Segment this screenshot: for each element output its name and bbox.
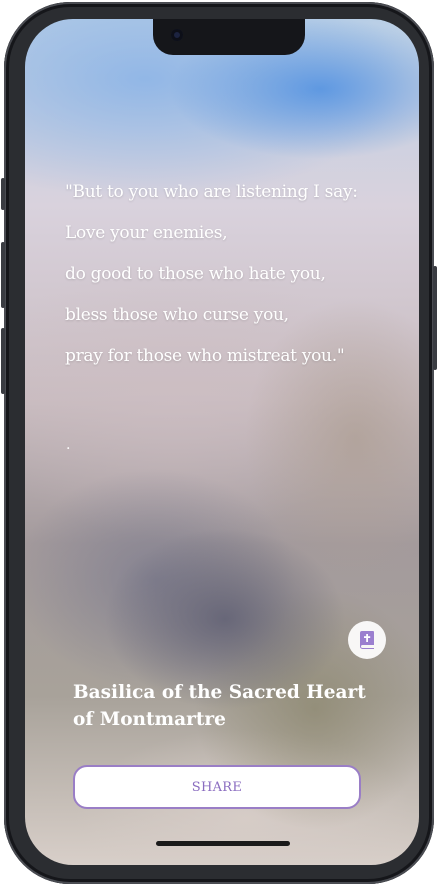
verse-line: do good to those who hate you, xyxy=(65,264,326,284)
verse-line: bless those who curse you, xyxy=(65,305,289,325)
home-indicator[interactable] xyxy=(156,841,290,846)
notch xyxy=(153,19,305,55)
app-screen: "But to you who are listening I say: Lov… xyxy=(25,19,419,865)
phone-frame: "But to you who are listening I say: Lov… xyxy=(1,2,437,884)
bible-icon xyxy=(360,631,374,649)
place-title: Basilica of the Sacred Heart of Montmart… xyxy=(73,682,366,730)
share-button[interactable]: SHARE xyxy=(73,765,361,809)
verse-line: Love your enemies, xyxy=(65,223,228,243)
verse-text: "But to you who are listening I say: Lov… xyxy=(65,174,395,379)
front-camera xyxy=(171,29,183,41)
power-button xyxy=(433,266,437,370)
volume-up-button xyxy=(1,242,5,308)
volume-down-button xyxy=(1,328,5,394)
verse-line: "But to you who are listening I say: xyxy=(65,182,358,202)
verse-line: pray for those who mistreat you." xyxy=(65,346,345,366)
bible-button[interactable] xyxy=(348,621,386,659)
action-button xyxy=(1,178,5,210)
verse-reference: . xyxy=(66,437,71,453)
